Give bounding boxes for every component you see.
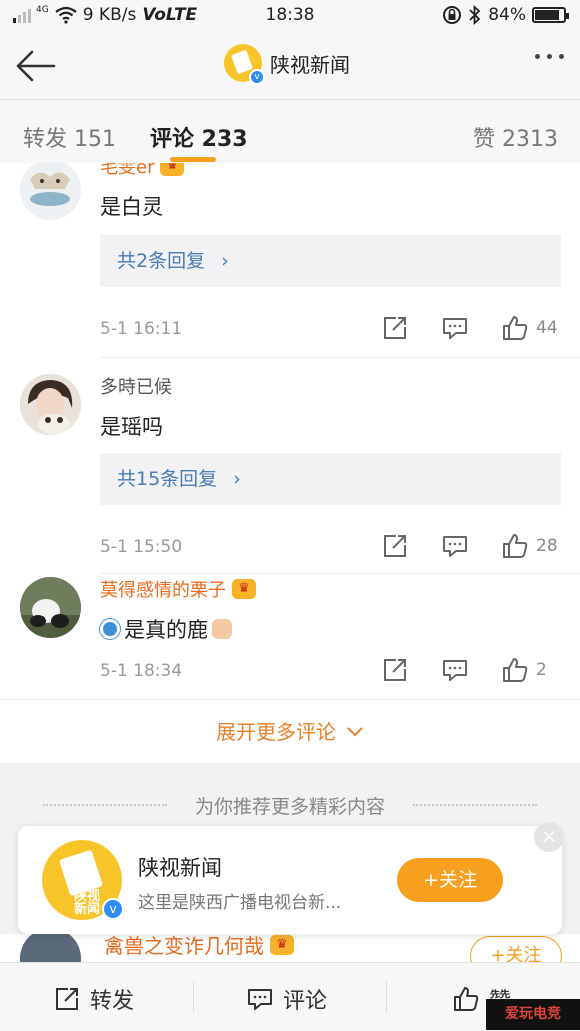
battery-icon bbox=[532, 7, 569, 23]
like-count: 2 bbox=[536, 660, 547, 680]
comment-text: 是白灵 bbox=[100, 195, 163, 219]
comment-icon[interactable] bbox=[442, 657, 468, 683]
recommend-label: 为你推荐更多精彩内容 bbox=[194, 795, 385, 818]
recommended-post-peek: 禽兽之变诈几何哉 ♛ +关注 bbox=[0, 934, 580, 962]
cat-emoji-icon bbox=[212, 619, 232, 639]
comment-icon[interactable] bbox=[442, 315, 468, 341]
tab-repost[interactable]: 转发 151 bbox=[23, 121, 116, 153]
repost-icon[interactable] bbox=[382, 533, 408, 559]
bottom-action-bar: 转发 评论 赞 爱玩电竞 bbox=[0, 962, 580, 1031]
comment-username[interactable]: 多時已候 bbox=[100, 373, 172, 399]
avatar[interactable] bbox=[20, 163, 81, 220]
comment-item: 多時已候 是瑶吗 共15条回复 › 5-1 15:50 28 bbox=[0, 359, 580, 574]
comment-time: 5-1 16:11 bbox=[100, 319, 183, 339]
repost-icon[interactable] bbox=[382, 315, 408, 341]
comment-list: 毛雯er ♛ 是白灵 共2条回复 › 5-1 16:11 44 多時已候 是瑶吗… bbox=[0, 163, 580, 699]
comment-username[interactable]: 毛雯er ♛ bbox=[100, 163, 185, 179]
vip-crown-icon: ♛ bbox=[270, 934, 294, 955]
active-tab-indicator bbox=[170, 157, 216, 162]
status-right: 84% bbox=[442, 5, 569, 25]
account-description: 这里是陕西广播电视台新... bbox=[138, 893, 342, 913]
comment-text: 是瑶吗 bbox=[100, 415, 163, 439]
account-title[interactable]: v 陕视新闻 bbox=[224, 44, 350, 85]
comment-time: 5-1 15:50 bbox=[100, 537, 183, 557]
account-avatar: v bbox=[224, 44, 265, 85]
battery-level bbox=[535, 10, 559, 20]
recommend-divider: 为你推荐更多精彩内容 bbox=[0, 785, 580, 825]
verified-badge-icon: v bbox=[102, 898, 124, 920]
battery-percent: 84% bbox=[488, 5, 526, 25]
comment-time: 5-1 18:34 bbox=[100, 661, 183, 681]
chevron-right-icon: › bbox=[233, 468, 241, 490]
close-icon[interactable]: × bbox=[534, 822, 564, 852]
comment-item: 毛雯er ♛ 是白灵 共2条回复 › 5-1 16:11 44 bbox=[0, 163, 580, 359]
back-arrow-icon[interactable] bbox=[14, 46, 58, 86]
comment-text: 是真的鹿 bbox=[100, 614, 232, 644]
page-title: 陕视新闻 bbox=[270, 52, 350, 77]
status-bar: 4G 9 KB/s VoLTE 18:38 84% bbox=[0, 0, 580, 32]
view-replies-button[interactable]: 共2条回复 › bbox=[100, 235, 561, 287]
verified-badge-icon: v bbox=[249, 69, 265, 85]
avatar[interactable] bbox=[20, 577, 81, 638]
doraemon-emoji-icon bbox=[100, 619, 120, 639]
bluetooth-icon bbox=[469, 5, 481, 25]
more-options-icon[interactable] bbox=[535, 54, 564, 59]
comment-username[interactable]: 莫得感情的栗子 ♛ bbox=[100, 576, 256, 602]
follow-suggestion-card: 陕视新闻 v 陕视新闻 这里是陕西广播电视台新... +关注 × bbox=[18, 822, 564, 934]
avatar[interactable] bbox=[20, 374, 81, 435]
peek-username[interactable]: 禽兽之变诈几何哉 ♛ bbox=[104, 934, 294, 959]
vip-crown-icon: ♛ bbox=[160, 163, 185, 176]
chevron-right-icon: › bbox=[221, 250, 229, 272]
comment-actions: 2 bbox=[348, 657, 560, 683]
follow-button[interactable]: +关注 bbox=[397, 858, 503, 902]
watermark-logo: 爱玩电竞 bbox=[486, 999, 580, 1030]
like-count: 28 bbox=[536, 536, 558, 556]
comment-icon bbox=[248, 989, 272, 1010]
comment-actions: 28 bbox=[348, 533, 560, 559]
tab-comments[interactable]: 评论 233 bbox=[150, 121, 248, 153]
tab-likes[interactable]: 赞 2313 bbox=[473, 121, 558, 153]
comment-item: 莫得感情的栗子 ♛ 是真的鹿 5-1 18:34 2 bbox=[0, 574, 580, 699]
comment-button[interactable]: 评论 bbox=[247, 983, 327, 1015]
like-icon[interactable] bbox=[502, 533, 528, 559]
like-icon[interactable] bbox=[502, 315, 528, 341]
tab-bar: 转发 151 评论 233 赞 2313 bbox=[0, 101, 580, 163]
divider bbox=[100, 357, 580, 358]
nav-bar: v 陕视新闻 bbox=[0, 32, 580, 100]
expand-more-comments-button[interactable]: 展开更多评论 bbox=[0, 699, 580, 763]
like-count: 44 bbox=[536, 318, 558, 338]
repost-icon bbox=[56, 988, 78, 1010]
account-name[interactable]: 陕视新闻 bbox=[138, 852, 222, 882]
follow-button[interactable]: +关注 bbox=[470, 936, 562, 962]
comment-icon[interactable] bbox=[442, 533, 468, 559]
like-icon bbox=[454, 987, 479, 1011]
repost-icon[interactable] bbox=[382, 657, 408, 683]
view-replies-button[interactable]: 共15条回复 › bbox=[100, 453, 561, 505]
avatar[interactable] bbox=[20, 934, 81, 962]
chevron-down-icon bbox=[347, 727, 363, 737]
vip-crown-icon: ♛ bbox=[232, 579, 256, 599]
like-icon[interactable] bbox=[502, 657, 528, 683]
rotation-lock-icon bbox=[443, 6, 462, 24]
comment-actions: 44 bbox=[348, 315, 560, 341]
repost-button[interactable]: 转发 bbox=[54, 983, 134, 1015]
